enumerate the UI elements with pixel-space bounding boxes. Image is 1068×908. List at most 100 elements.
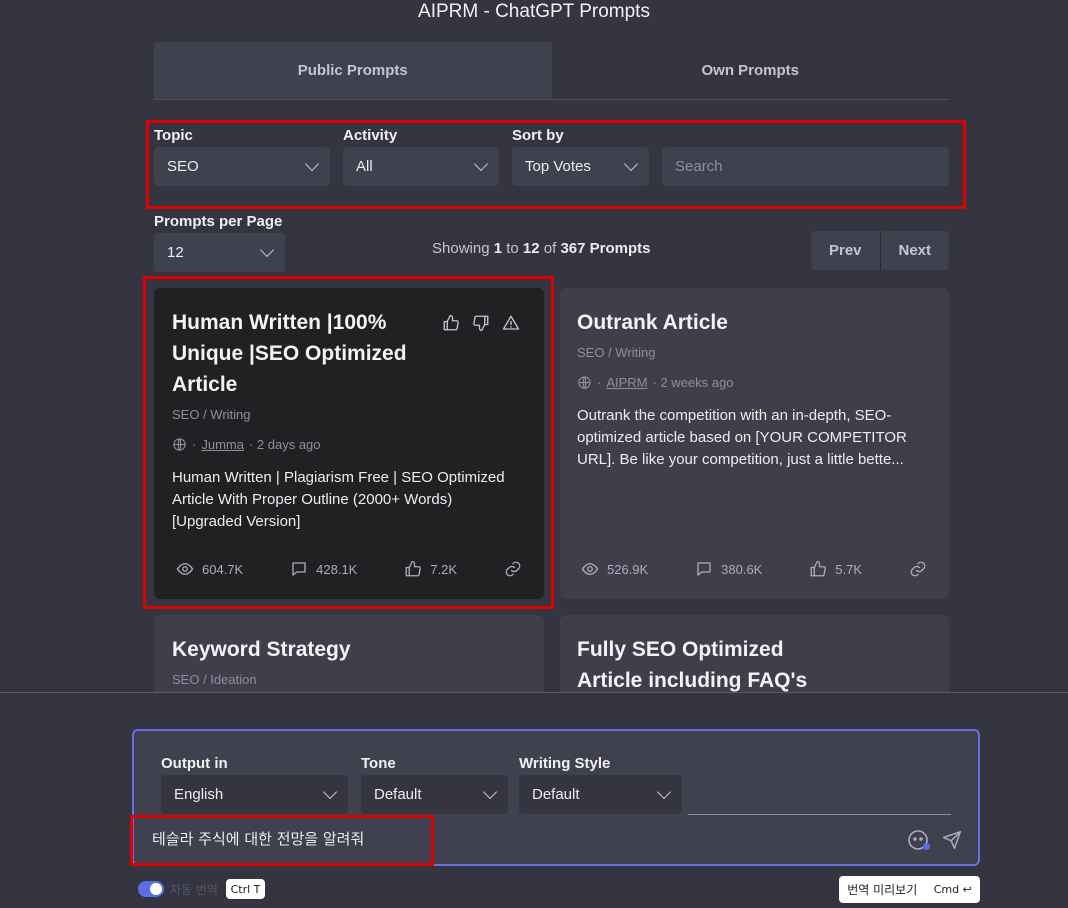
- card-author-link[interactable]: Jumma: [201, 437, 244, 452]
- app-title: AIPRM - ChatGPT Prompts: [418, 1, 650, 22]
- card-title-line: Keyword Strategy: [172, 638, 351, 661]
- views-stat: 526.9K: [581, 560, 648, 578]
- meta-separator: ·: [597, 375, 602, 390]
- comments-stat: 428.1K: [290, 560, 357, 578]
- next-button[interactable]: Next: [881, 231, 950, 270]
- views-count: 604.7K: [202, 561, 244, 577]
- writing-style-value: Default: [532, 786, 580, 803]
- globe-icon: [172, 437, 187, 452]
- chevron-down-icon: [473, 156, 489, 172]
- auto-translate-toggle[interactable]: [138, 881, 164, 897]
- topic-select-value: SEO: [167, 158, 199, 175]
- prompts-per-page-select[interactable]: 12: [154, 233, 285, 272]
- tone-select[interactable]: Default: [361, 775, 508, 814]
- prompt-card[interactable]: Human Written |100% Unique |SEO Optimize…: [154, 288, 544, 599]
- card-category: SEO / Writing: [577, 345, 656, 360]
- output-language-select[interactable]: English: [161, 775, 348, 814]
- search-input[interactable]: [662, 147, 949, 186]
- card-stats: 604.7K 428.1K 7.2K: [176, 560, 522, 578]
- topic-label: Topic: [154, 127, 193, 144]
- activity-select-value: All: [356, 158, 373, 175]
- comments-count: 428.1K: [316, 561, 358, 577]
- prev-button[interactable]: Prev: [811, 231, 881, 270]
- sort-select-value: Top Votes: [525, 158, 591, 175]
- prompt-textarea[interactable]: 테슬라 주식에 대한 전망을 알려줘: [152, 828, 364, 849]
- thumbs-up-icon[interactable]: [442, 314, 460, 332]
- card-meta: · Jumma · 2 days ago: [172, 437, 321, 452]
- card-title-line: Fully SEO Optimized: [577, 638, 784, 661]
- meta-separator: ·: [192, 437, 197, 452]
- comment-icon: [695, 560, 713, 578]
- showing-count: Showing 1 to 12 of 367 Prompts: [432, 240, 651, 257]
- link-icon[interactable]: [504, 560, 522, 578]
- views-count: 526.9K: [607, 561, 649, 577]
- card-title-line: Unique |SEO Optimized: [172, 342, 407, 365]
- prompt-card[interactable]: Outrank Article SEO / Writing · AIPRM · …: [560, 288, 949, 599]
- card-age: · 2 days ago: [248, 437, 321, 452]
- tab-own-prompts[interactable]: Own Prompts: [552, 42, 950, 99]
- tab-public-prompts[interactable]: Public Prompts: [154, 42, 552, 99]
- globe-icon: [577, 375, 592, 390]
- card-description-line: Outrank the competition with an in-depth…: [577, 407, 892, 424]
- link-icon[interactable]: [909, 560, 927, 578]
- topic-select[interactable]: SEO: [154, 147, 330, 186]
- translate-preview-shortcut: Cmd ↩: [933, 883, 972, 896]
- likes-stat: 5.7K: [809, 560, 862, 578]
- likes-count: 7.2K: [430, 561, 458, 577]
- card-title-line: Article: [172, 373, 238, 396]
- sort-label: Sort by: [512, 127, 564, 144]
- output-in-label: Output in: [161, 755, 228, 772]
- showing-to: 12: [522, 240, 540, 257]
- showing-of-word: of: [543, 240, 557, 257]
- card-description-line: optimized article based on [YOUR COMPETI…: [577, 429, 907, 446]
- prompts-per-page-label: Prompts per Page: [154, 213, 283, 230]
- card-author-link[interactable]: AIPRM: [606, 375, 647, 390]
- comments-count: 380.6K: [721, 561, 763, 577]
- card-description-line: Article With Proper Outline (2000+ Words…: [172, 491, 453, 508]
- chevron-down-icon: [304, 156, 320, 172]
- prompt-tabs: Public Prompts Own Prompts: [154, 42, 949, 100]
- card-category: SEO / Writing: [172, 407, 251, 422]
- auto-translate-label: 자동 번역: [170, 883, 218, 897]
- card-title: Outrank Article: [577, 307, 728, 338]
- pagination: Prev Next: [811, 231, 949, 270]
- card-title-line: Human Written |100%: [172, 311, 387, 334]
- per-page-value: 12: [167, 244, 184, 261]
- showing-prefix: Showing: [432, 240, 490, 257]
- comments-stat: 380.6K: [695, 560, 762, 578]
- card-description-line: [Upgraded Version]: [172, 513, 301, 530]
- card-description: Human Written | Plagiarism Free | SEO Op…: [172, 467, 532, 533]
- thumbs-down-icon[interactable]: [472, 314, 490, 332]
- tone-value: Default: [374, 786, 422, 803]
- showing-total: 367 Prompts: [560, 240, 651, 257]
- warning-icon[interactable]: [502, 314, 520, 332]
- card-actions: [442, 314, 520, 332]
- sort-select[interactable]: Top Votes: [512, 147, 649, 186]
- showing-from: 1: [493, 240, 503, 257]
- likes-stat: 7.2K: [404, 560, 457, 578]
- card-title-line: Outrank Article: [577, 311, 728, 334]
- chevron-down-icon: [259, 242, 275, 258]
- thumbs-up-icon: [809, 560, 827, 578]
- chevron-down-icon: [482, 784, 498, 800]
- chevron-down-icon: [623, 156, 639, 172]
- chevron-down-icon: [656, 784, 672, 800]
- send-icon[interactable]: [942, 830, 962, 850]
- translate-preview-button[interactable]: 번역 미리보기 Cmd ↩: [839, 876, 980, 903]
- likes-count: 5.7K: [835, 561, 863, 577]
- writing-style-select[interactable]: Default: [519, 775, 682, 814]
- card-title: Fully SEO Optimized Article including FA…: [577, 634, 807, 696]
- card-meta: · AIPRM · 2 weeks ago: [577, 375, 733, 390]
- card-stats: 526.9K 380.6K 5.7K: [581, 560, 927, 578]
- activity-select[interactable]: All: [343, 147, 499, 186]
- card-age: · 2 weeks ago: [652, 375, 734, 390]
- eye-icon: [581, 560, 599, 578]
- chevron-down-icon: [322, 784, 338, 800]
- card-description-line: URL]. Be like your competition, just a l…: [577, 451, 904, 468]
- views-stat: 604.7K: [176, 560, 243, 578]
- writing-style-label: Writing Style: [519, 755, 611, 772]
- eye-icon: [176, 560, 194, 578]
- prompt-helper-icon[interactable]: [907, 829, 931, 851]
- shortcut-badge: Ctrl T: [226, 879, 265, 899]
- composer-divider: [688, 814, 951, 815]
